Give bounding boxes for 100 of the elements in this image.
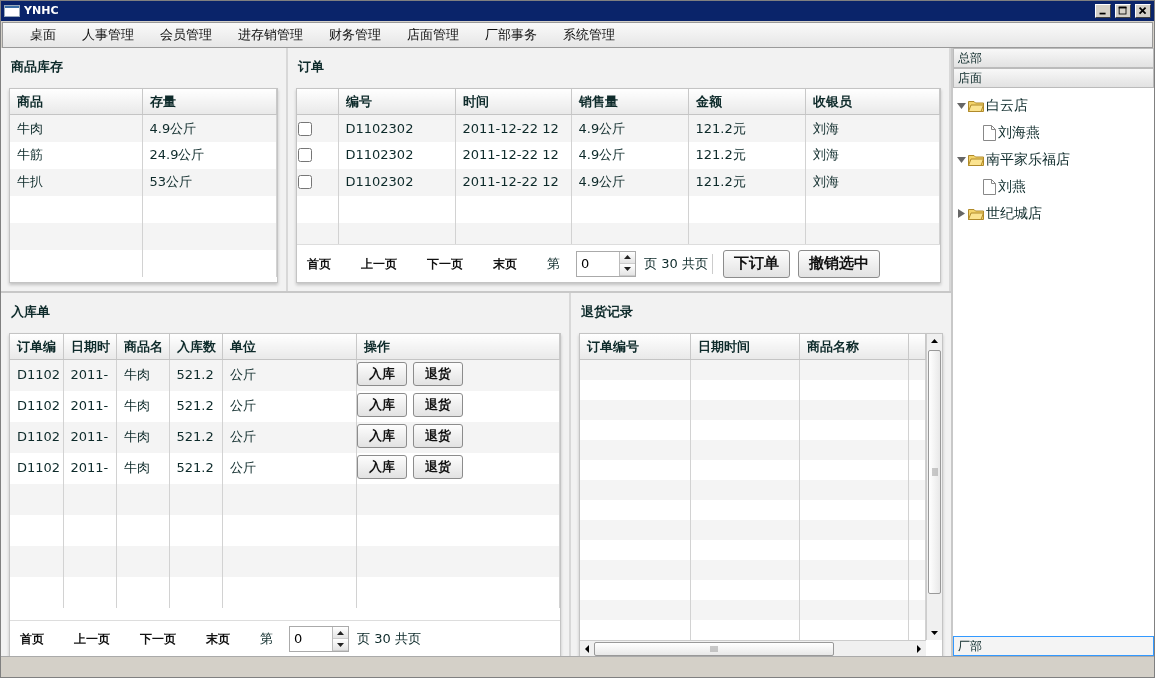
accordion-header[interactable]: 店面 xyxy=(953,68,1154,88)
page-total: 页 30 共页 xyxy=(644,254,708,273)
page-spinner[interactable]: 0 xyxy=(289,626,349,652)
page-label: 第 xyxy=(547,254,560,273)
column-header[interactable]: 时间 xyxy=(455,88,571,115)
action-button[interactable]: 入库 xyxy=(356,454,407,479)
menu-item[interactable]: 财务管理 xyxy=(316,25,394,45)
last-page-link[interactable]: 末页 xyxy=(206,630,230,648)
column-header[interactable]: 商品名称 xyxy=(799,333,908,360)
table-cell: D1102 xyxy=(10,359,63,391)
action-button[interactable]: 入库 xyxy=(356,392,407,417)
table-cell: 2011-12-22 12 xyxy=(455,168,571,196)
table-cell: 4.9公斤 xyxy=(571,141,688,169)
last-page-link[interactable]: 末页 xyxy=(493,254,517,273)
next-page-link[interactable]: 下一页 xyxy=(427,254,463,273)
column-header[interactable]: 单位 xyxy=(222,333,356,360)
up-arrow-icon xyxy=(624,255,631,259)
menu-item[interactable]: 人事管理 xyxy=(69,25,147,45)
table-cell: 牛扒 xyxy=(10,168,142,196)
action-button[interactable]: 入库 xyxy=(356,362,407,386)
table-cell: D1102 xyxy=(10,421,63,453)
table-cell: 牛肉 xyxy=(116,452,169,484)
column-header[interactable]: 订单编 xyxy=(10,333,63,360)
menu-item[interactable]: 桌面 xyxy=(17,25,69,45)
previous-page-link[interactable]: 上一页 xyxy=(74,630,110,648)
tree-item[interactable]: 南平家乐福店 xyxy=(986,149,1070,170)
page-spinner[interactable]: 0 xyxy=(576,250,636,277)
menu-item[interactable]: 店面管理 xyxy=(394,25,472,45)
action-button[interactable]: 退货 xyxy=(412,454,463,479)
accordion-header[interactable]: 厂部 xyxy=(953,636,1154,656)
order-button[interactable]: 下订单 xyxy=(722,249,790,278)
menu-item[interactable]: 系统管理 xyxy=(550,25,628,45)
table-cell: 4.9公斤 xyxy=(142,114,277,142)
table-cell: 2011- xyxy=(63,421,116,453)
table-cell: 53公斤 xyxy=(142,168,277,196)
row-checkbox[interactable] xyxy=(298,121,312,136)
column-header[interactable]: 商品名 xyxy=(116,333,169,360)
menu-item[interactable]: 厂部事务 xyxy=(472,25,550,45)
table-cell: 2011- xyxy=(63,452,116,484)
table-cell: 2011- xyxy=(63,390,116,422)
previous-page-link[interactable]: 上一页 xyxy=(361,254,397,273)
table-cell: 公斤 xyxy=(222,421,356,453)
column-header[interactable]: 收银员 xyxy=(805,88,940,115)
table-cell: 24.9公斤 xyxy=(142,141,277,169)
expanded-arrow-icon[interactable] xyxy=(957,155,966,164)
column-header[interactable]: 入库数 xyxy=(169,333,222,360)
table-cell: D1102 xyxy=(10,390,63,422)
table-cell: 公斤 xyxy=(222,452,356,484)
file-icon xyxy=(983,124,996,141)
expanded-arrow-icon[interactable] xyxy=(957,101,966,110)
table-cell: 4.9公斤 xyxy=(571,168,688,196)
column-header[interactable]: 编号 xyxy=(338,88,455,115)
column-header[interactable]: 商品 xyxy=(10,88,142,115)
table-cell: 521.2 xyxy=(169,421,222,453)
down-arrow-icon xyxy=(337,642,344,647)
column-header[interactable]: 操作 xyxy=(356,333,560,360)
action-button[interactable]: 退货 xyxy=(412,392,463,417)
column-header[interactable]: 订单编号 xyxy=(580,333,690,360)
page-total: 页 30 共页 xyxy=(357,630,421,649)
tree-item[interactable]: 刘燕 xyxy=(998,176,1026,197)
first-page-link[interactable]: 首页 xyxy=(307,254,331,273)
column-header[interactable]: 存量 xyxy=(142,88,277,115)
column-header[interactable]: 日期时 xyxy=(63,333,116,360)
table-cell: 牛肉 xyxy=(116,421,169,453)
next-page-link[interactable]: 下一页 xyxy=(140,630,176,648)
row-checkbox[interactable] xyxy=(298,148,312,163)
action-button[interactable]: 退货 xyxy=(412,362,463,386)
table-cell: D1102302 xyxy=(338,168,455,196)
panel-title: 商品库存 xyxy=(11,58,64,76)
tree-item[interactable]: 世纪城店 xyxy=(986,203,1042,224)
tree-item[interactable]: 刘海燕 xyxy=(998,122,1040,143)
table-cell: 刘海 xyxy=(805,114,940,142)
tree-item[interactable]: 白云店 xyxy=(986,95,1028,116)
action-button[interactable]: 退货 xyxy=(412,423,463,448)
order-button[interactable]: 撤销选中 xyxy=(797,249,880,278)
action-button[interactable]: 入库 xyxy=(356,423,407,448)
horizontal-scrollbar[interactable] xyxy=(580,639,926,658)
menu-item[interactable]: 进存销管理 xyxy=(225,25,316,45)
column-header[interactable]: 日期时间 xyxy=(690,333,799,360)
maximize-icon[interactable] xyxy=(1115,4,1131,18)
table-cell: 521.2 xyxy=(169,390,222,422)
app-icon xyxy=(4,5,20,17)
row-checkbox[interactable] xyxy=(298,175,312,190)
folder-icon xyxy=(968,207,984,220)
table-cell: 121.2元 xyxy=(688,168,805,196)
table-cell: 121.2元 xyxy=(688,114,805,142)
page-label: 第 xyxy=(260,630,273,649)
column-header[interactable]: 销售量 xyxy=(571,88,688,115)
collapsed-arrow-icon[interactable] xyxy=(957,209,966,218)
folder-icon xyxy=(968,99,984,112)
menu-item[interactable]: 会员管理 xyxy=(147,25,225,45)
column-header[interactable]: 金额 xyxy=(688,88,805,115)
table-cell: 牛肉 xyxy=(10,114,142,142)
first-page-link[interactable]: 首页 xyxy=(20,630,44,648)
accordion-header[interactable]: 总部 xyxy=(953,48,1154,68)
minimize-icon[interactable] xyxy=(1095,4,1111,18)
vertical-scrollbar[interactable] xyxy=(926,333,942,640)
close-icon[interactable] xyxy=(1135,4,1151,18)
table-cell: D1102302 xyxy=(338,114,455,142)
panel-title: 订单 xyxy=(298,58,325,76)
